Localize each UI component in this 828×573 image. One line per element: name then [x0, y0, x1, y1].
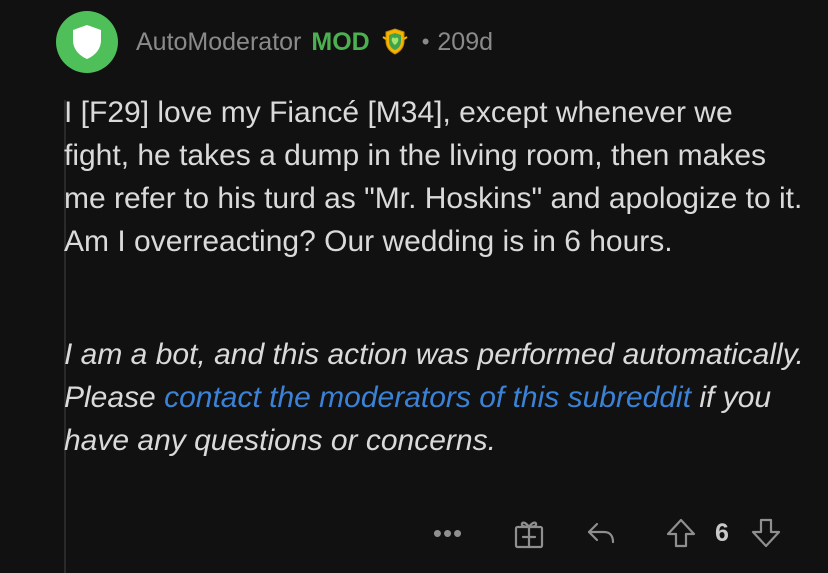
score-count: 6	[715, 518, 729, 547]
mod-shield-badge-icon	[382, 28, 408, 55]
comment-header: AutoModerator MOD • 209d	[56, 11, 494, 73]
comment-age: 209d	[437, 27, 494, 56]
more-options-button[interactable]: •••	[432, 510, 464, 556]
reply-button[interactable]	[582, 514, 620, 552]
award-icon	[514, 521, 544, 549]
bot-note: I am a bot, and this action was performe…	[64, 333, 804, 462]
separator: •	[421, 29, 430, 54]
shield-avatar-icon	[73, 25, 101, 59]
avatar[interactable]	[56, 11, 118, 73]
award-button[interactable]	[510, 514, 548, 552]
upvote-icon	[666, 518, 696, 548]
downvote-icon	[751, 518, 781, 548]
username[interactable]: AutoModerator	[136, 28, 301, 57]
reply-icon	[587, 522, 615, 544]
mod-badge	[380, 27, 410, 57]
downvote-button[interactable]	[748, 514, 784, 552]
upvote-button[interactable]	[662, 514, 700, 552]
mod-label: MOD	[311, 27, 370, 56]
contact-moderators-link[interactable]: contact the moderators of this subreddit	[164, 381, 691, 414]
comment-body: I [F29] love my Fiancé [M34], except whe…	[64, 96, 803, 258]
comment-actions: ••• 6	[0, 510, 828, 556]
